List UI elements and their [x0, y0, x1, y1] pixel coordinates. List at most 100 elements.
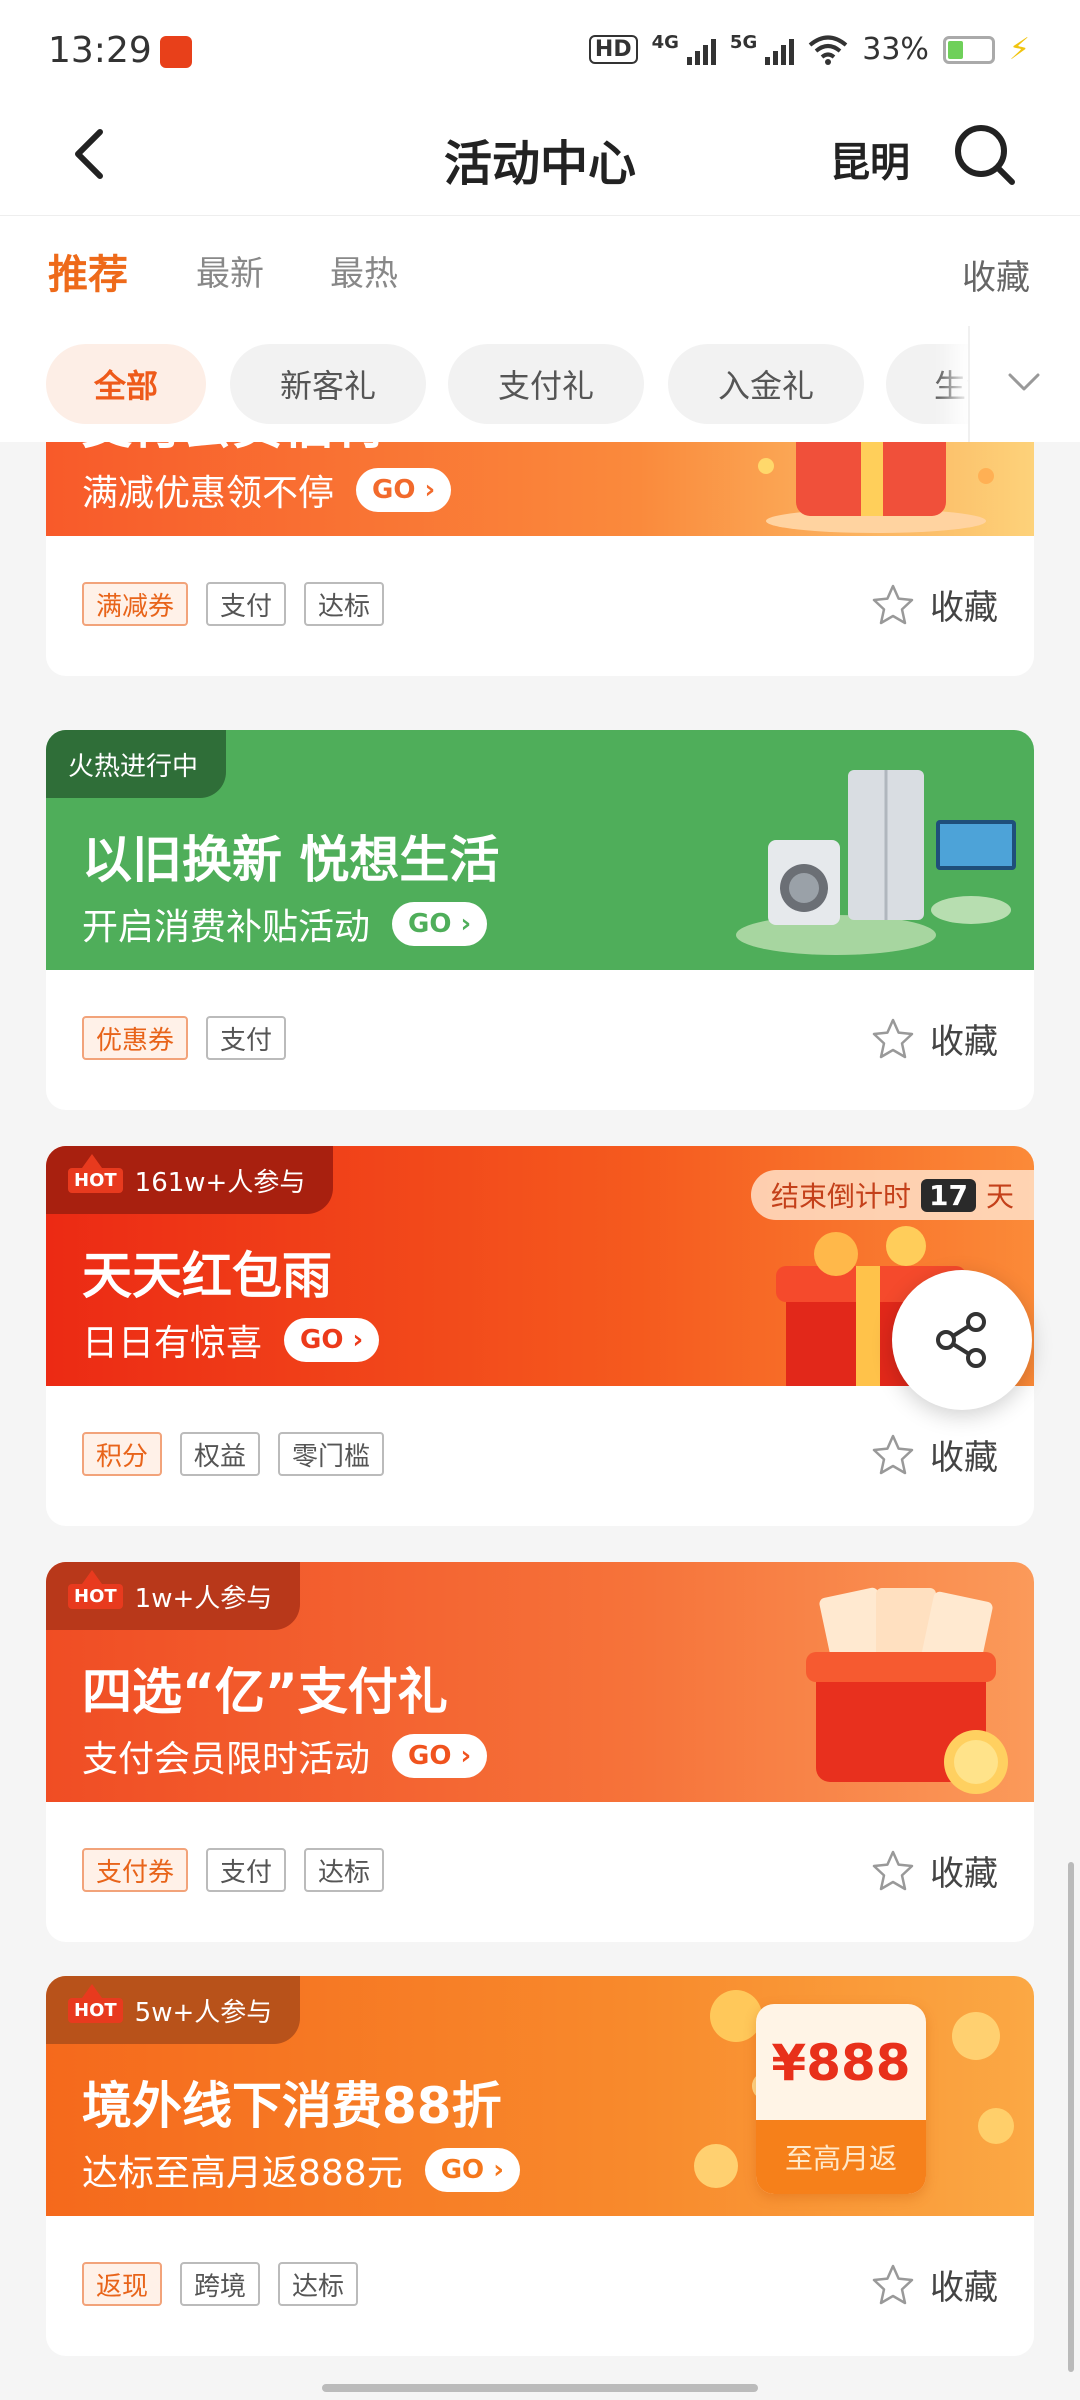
tag: 优惠券 [82, 1016, 189, 1060]
card-tags: 积分 权益 零门槛 [82, 1432, 385, 1476]
countdown-unit: 天 [985, 1180, 1014, 1213]
tag: 权益 [180, 1432, 261, 1476]
tag: 达标 [278, 2262, 359, 2306]
signal-icon-2 [765, 35, 795, 65]
favorite-label: 收藏 [930, 588, 998, 628]
network-type-4g: 4G [651, 32, 679, 53]
card-subtitle: 日日有惊喜 [82, 1323, 263, 1364]
card-subtitle: 满减优惠领不停 [82, 473, 335, 514]
cashback-card: ¥888 至高月返 [756, 2004, 926, 2194]
cashback-caption: 至高月返 [756, 2120, 926, 2194]
chip-deposit[interactable]: 入金礼 [668, 344, 864, 424]
star-icon [872, 1850, 914, 1890]
battery-percent: 33% [862, 32, 929, 67]
card-tags: 满减券 支付 达标 [82, 582, 385, 626]
home-indicator[interactable] [322, 2384, 758, 2392]
card-title: 四选“亿”支付礼 [82, 1663, 448, 1721]
card-tags: 返现 跨境 达标 [82, 2262, 359, 2306]
scrollbar[interactable] [1068, 1862, 1074, 2372]
chip-expand-area[interactable] [968, 326, 1080, 442]
search-icon[interactable] [950, 120, 1020, 190]
favorite-label: 收藏 [930, 1438, 998, 1478]
tag: 达标 [304, 1848, 385, 1892]
filter-chips: 全部 新客礼 支付礼 入金礼 生活 [0, 326, 1080, 442]
favorite-button[interactable]: 收藏 [870, 1014, 998, 1063]
tag: 达标 [304, 582, 385, 626]
card-footer: 返现 跨境 达标 收藏 [46, 2216, 1034, 2356]
badge-text: 5w+人参与 [134, 1997, 273, 2028]
cashback-amount: ¥888 [771, 2034, 911, 2092]
signal-icon [686, 35, 716, 65]
favorite-button[interactable]: 收藏 [870, 1846, 998, 1895]
activity-card[interactable]: 支付会员福利 满减优惠领不停 GO › 满减券 支付 达标 [46, 442, 1034, 676]
status-badge: 火热进行中 [46, 730, 227, 798]
card-subtitle-row: 支付会员限时活动 GO › [82, 1730, 488, 1782]
badge-text: 火热进行中 [68, 751, 199, 782]
favorite-button[interactable]: 收藏 [870, 2260, 998, 2309]
participation-badge: HOT 161w+人参与 [46, 1146, 334, 1214]
activity-card[interactable]: HOT 161w+人参与 结束倒计时 17 天 天天红包雨 日日有惊喜 GO › [46, 1146, 1034, 1526]
share-button[interactable] [892, 1270, 1032, 1410]
go-label: GO [372, 475, 416, 505]
card-banner[interactable]: 支付会员福利 满减优惠领不停 GO › [46, 442, 1034, 536]
battery-icon [942, 35, 995, 64]
city-selector[interactable]: 昆明 [830, 130, 910, 188]
card-subtitle-row: 满减优惠领不停 GO › [82, 464, 452, 516]
app-notification-icon [160, 36, 192, 68]
tab-favorites[interactable]: 收藏 [962, 250, 1030, 299]
card-footer: 优惠券 支付 收藏 [46, 970, 1034, 1110]
tab-latest[interactable]: 最新 [196, 246, 264, 295]
go-button[interactable]: GO › [392, 902, 488, 946]
card-banner[interactable]: 火热进行中 以旧换新 悦想生活 开启消费补贴活动 GO › [46, 730, 1034, 970]
favorite-button[interactable]: 收藏 [870, 580, 998, 629]
chip-new-customer[interactable]: 新客礼 [230, 344, 426, 424]
activity-feed: 支付会员福利 满减优惠领不停 GO › 满减券 支付 达标 [0, 442, 1080, 2400]
card-subtitle-row: 日日有惊喜 GO › [82, 1314, 380, 1366]
card-subtitle: 开启消费补贴活动 [82, 907, 371, 948]
card-title: 以旧换新 悦想生活 [82, 831, 500, 889]
go-button[interactable]: GO › [392, 1734, 488, 1778]
countdown-prefix: 结束倒计时 [771, 1180, 912, 1213]
battery-fill [947, 40, 963, 59]
chip-all[interactable]: 全部 [46, 344, 206, 424]
hot-icon: HOT [68, 1569, 123, 1609]
activity-card[interactable]: HOT 1w+人参与 四选“亿”支付礼 支付会员限时活动 GO › 支付券 支付… [46, 1562, 1034, 1942]
gift-box-illustration [758, 442, 994, 533]
tag: 支付 [206, 1848, 287, 1892]
tag: 支付 [206, 582, 287, 626]
favorite-button[interactable]: 收藏 [870, 1430, 998, 1479]
go-label: GO [300, 1325, 344, 1355]
tag: 返现 [82, 2262, 163, 2306]
star-icon [872, 1018, 914, 1058]
activity-card[interactable]: 火热进行中 以旧换新 悦想生活 开启消费补贴活动 GO › 优惠券 支付 收藏 [46, 730, 1034, 1110]
chip-payment[interactable]: 支付礼 [448, 344, 644, 424]
go-button[interactable]: GO › [424, 2148, 520, 2192]
network-type-5g: 5G [729, 32, 758, 53]
card-subtitle: 支付会员限时活动 [82, 1739, 371, 1780]
share-icon [936, 1312, 986, 1368]
card-tags: 优惠券 支付 [82, 1016, 287, 1060]
status-indicators: HD 4G 5G 33% ⚡ [588, 32, 1030, 67]
charging-icon: ⚡ [1008, 32, 1030, 67]
card-footer: 满减券 支付 达标 收藏 [46, 536, 1034, 676]
tag: 支付 [206, 1016, 287, 1060]
activity-card[interactable]: HOT 5w+人参与 境外线下消费88折 达标至高月返888元 GO › ¥88… [46, 1976, 1034, 2356]
card-tags: 支付券 支付 达标 [82, 1848, 385, 1892]
card-banner[interactable]: HOT 5w+人参与 境外线下消费88折 达标至高月返888元 GO › ¥88… [46, 1976, 1034, 2216]
participation-badge: HOT 1w+人参与 [46, 1562, 301, 1630]
tag: 满减券 [82, 582, 189, 626]
page-title: 活动中心 [443, 136, 636, 192]
card-title: 支付会员福利 [82, 442, 382, 458]
favorite-label: 收藏 [930, 2268, 998, 2308]
card-banner[interactable]: HOT 1w+人参与 四选“亿”支付礼 支付会员限时活动 GO › [46, 1562, 1034, 1802]
tab-hottest[interactable]: 最热 [330, 246, 398, 295]
card-banner[interactable]: HOT 161w+人参与 结束倒计时 17 天 天天红包雨 日日有惊喜 GO › [46, 1146, 1034, 1386]
tag: 跨境 [180, 2262, 261, 2306]
card-title: 境外线下消费88折 [82, 2077, 502, 2135]
chevron-down-icon[interactable] [1006, 364, 1042, 400]
card-title: 天天红包雨 [82, 1247, 332, 1305]
tab-recommended[interactable]: 推荐 [48, 242, 128, 300]
go-button[interactable]: GO › [356, 468, 452, 512]
wifi-icon [808, 35, 848, 65]
go-button[interactable]: GO › [284, 1318, 380, 1362]
